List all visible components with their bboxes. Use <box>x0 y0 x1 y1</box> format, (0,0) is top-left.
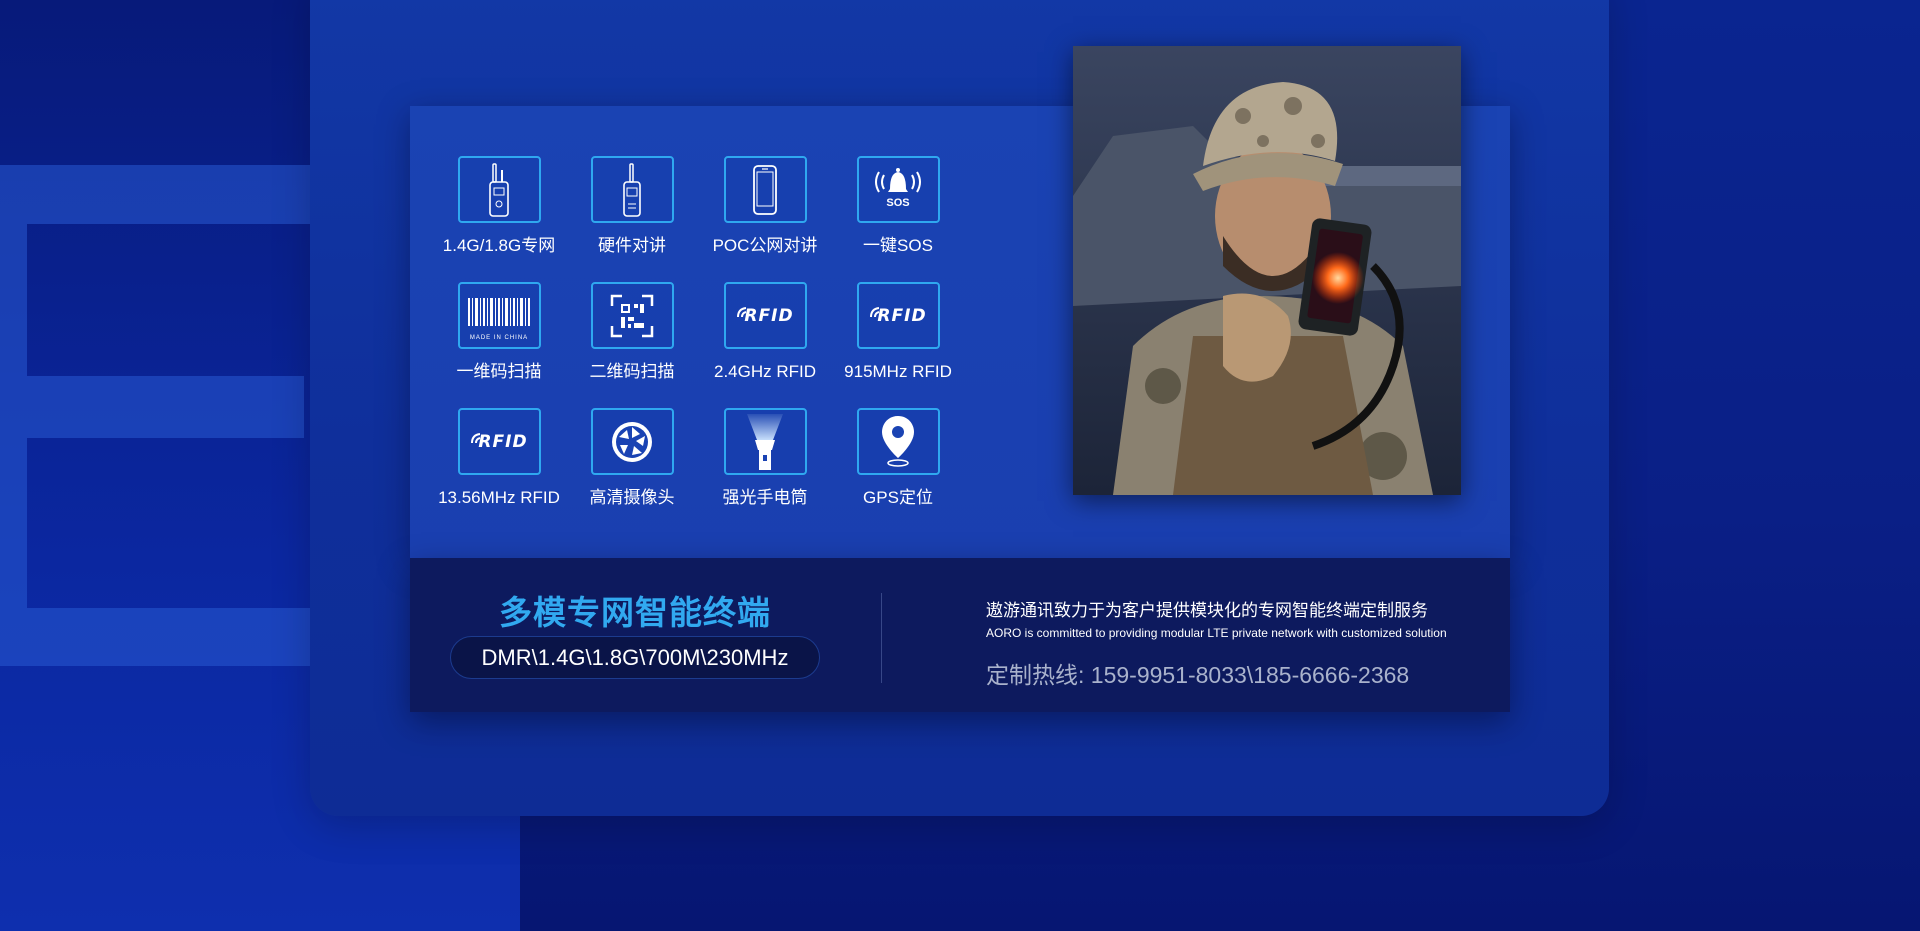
feature-sos: SOS 一键SOS <box>831 156 965 256</box>
rfid-icon: RFID <box>856 282 940 349</box>
qr-code-icon <box>590 282 674 349</box>
feature-label: 一键SOS <box>863 236 933 255</box>
feature-flashlight: 强光手电筒 <box>698 408 832 508</box>
sos-icon-text: SOS <box>886 197 910 209</box>
feature-rfid-13-56mhz: RFID 13.56MHz RFID <box>432 408 566 508</box>
walkie-talkie-icon <box>590 156 674 223</box>
product-title: 多模专网智能终端 <box>499 594 771 631</box>
feature-1d-barcode: MADE IN CHINA 一维码扫描 <box>432 282 566 382</box>
customization-hotline: 定制热线: 159-9951-8033\185-6666-2368 <box>986 662 1410 688</box>
smartphone-icon <box>723 156 807 223</box>
feature-label: GPS定位 <box>863 488 933 507</box>
background-letter-shape <box>0 224 27 608</box>
feature-label: 915MHz RFID <box>844 362 952 381</box>
background-letter-shape <box>0 608 334 666</box>
camera-aperture-icon <box>590 408 674 475</box>
rfid-icon-text: RFID <box>877 305 927 326</box>
feature-qr-code: 二维码扫描 <box>565 282 699 382</box>
feature-label: 2.4GHz RFID <box>713 362 817 381</box>
soldier-with-device-photo <box>1073 46 1461 495</box>
feature-label: 13.56MHz RFID <box>438 488 560 507</box>
rfid-icon-text: RFID <box>744 305 794 326</box>
feature-label: 高清摄像头 <box>589 488 675 507</box>
feature-label: 硬件对讲 <box>598 236 666 255</box>
barcode-caption: MADE IN CHINA <box>469 335 529 341</box>
sos-bell-icon: SOS <box>856 156 940 223</box>
feature-gps: GPS定位 <box>831 408 965 508</box>
feature-label: 强光手电筒 <box>722 488 808 507</box>
feature-poc-intercom: POC公网对讲 <box>698 156 832 256</box>
rfid-icon-text: RFID <box>478 431 528 452</box>
feature-label: POC公网对讲 <box>712 236 818 255</box>
rfid-icon: RFID <box>723 282 807 349</box>
feature-label: 1.4G/1.8G专网 <box>442 236 556 255</box>
feature-rfid-2-4ghz: RFID 2.4GHz RFID <box>698 282 832 382</box>
background-letter-shape <box>27 376 304 438</box>
company-slogan-en: AORO is committed to providing modular L… <box>986 626 1447 640</box>
background-letter-shape <box>0 165 322 224</box>
barcode-icon: MADE IN CHINA <box>457 282 541 349</box>
walkie-talkie-icon <box>457 156 541 223</box>
feature-rfid-915mhz: RFID 915MHz RFID <box>831 282 965 382</box>
company-slogan-cn: 遨游通讯致力于为客户提供模块化的专网智能终端定制服务 <box>986 601 1428 620</box>
flashlight-icon <box>723 408 807 475</box>
location-pin-icon <box>856 408 940 475</box>
feature-hardware-intercom: 硬件对讲 <box>565 156 699 256</box>
feature-label: 二维码扫描 <box>589 362 675 381</box>
vertical-divider <box>881 593 882 683</box>
feature-hd-camera: 高清摄像头 <box>565 408 699 508</box>
frequency-bands-pill: DMR\1.4G\1.8G\700M\230MHz <box>450 636 820 679</box>
rfid-icon: RFID <box>457 408 541 475</box>
bottom-info-panel: 多模专网智能终端 DMR\1.4G\1.8G\700M\230MHz 遨游通讯致… <box>410 558 1510 712</box>
feature-private-network: 1.4G/1.8G专网 <box>432 156 566 256</box>
feature-label: 一维码扫描 <box>456 362 542 381</box>
